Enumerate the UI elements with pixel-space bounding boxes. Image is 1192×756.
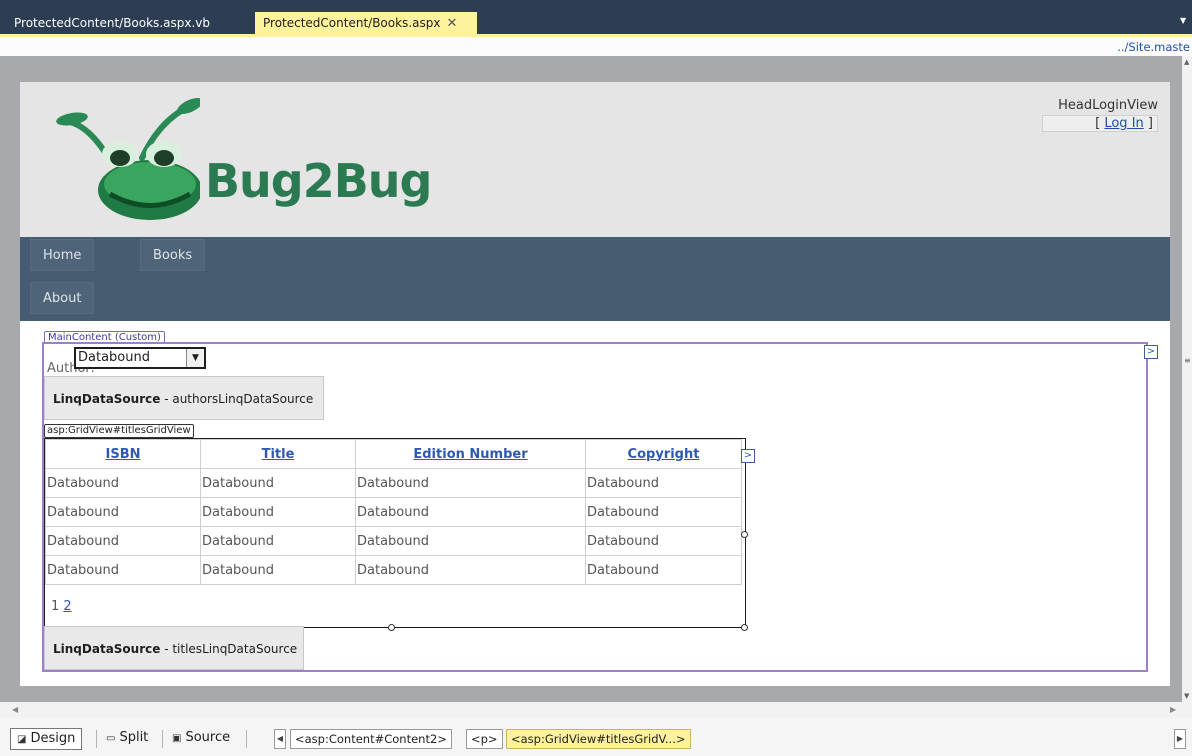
grid-cell: Databound xyxy=(45,555,201,585)
grid-pager: 1 2 xyxy=(51,599,72,614)
smart-tag-arrow-icon[interactable]: > xyxy=(741,449,755,463)
site-header: Bug2Bug HeadLoginView [ Log In ] xyxy=(20,82,1170,237)
column-header-copyright[interactable]: Copyright xyxy=(585,439,742,469)
nav-about[interactable]: About xyxy=(30,282,95,314)
grid-cell: Databound xyxy=(200,468,356,498)
tab-dropdown-icon[interactable]: ▼ xyxy=(1180,16,1190,26)
divider xyxy=(246,730,247,748)
grid-cell: Databound xyxy=(585,468,742,498)
pager-current-page: 1 xyxy=(51,599,60,614)
breadcrumb-content2[interactable]: <asp:Content#Content2> xyxy=(290,729,452,749)
authors-linq-data-source[interactable]: LinqDataSource - authorsLinqDataSource xyxy=(44,376,324,420)
grid-header-row: ISBN Title Edition Number Copyright xyxy=(45,439,742,469)
login-status: [ Log In ] xyxy=(1042,115,1158,132)
split-icon: ▭ xyxy=(106,733,116,744)
grid-cell: Databound xyxy=(355,555,586,585)
column-header-isbn[interactable]: ISBN xyxy=(45,439,201,469)
design-icon: ◪ xyxy=(17,734,27,745)
main-content-region: > Author: Databound ▼ LinqDataSource - a… xyxy=(42,342,1158,672)
source-icon: ▣ xyxy=(172,733,182,744)
head-login-view-label: HeadLoginView xyxy=(1058,98,1158,113)
scroll-down-icon[interactable]: ▼ xyxy=(1184,692,1189,700)
grid-cell: Databound xyxy=(355,526,586,556)
author-dropdown-value: Databound xyxy=(78,350,150,365)
table-row: Databound Databound Databound Databound xyxy=(45,555,742,585)
master-page-bar xyxy=(0,37,1192,56)
scroll-up-icon[interactable]: ▲ xyxy=(1184,58,1189,66)
gridview-tag[interactable]: asp:GridView#titlesGridView xyxy=(44,424,194,438)
close-icon[interactable]: ✕ xyxy=(446,13,457,35)
master-page-link[interactable]: ../Site.maste xyxy=(1117,38,1192,56)
grid-cell: Databound xyxy=(200,555,356,585)
grid-cell: Databound xyxy=(355,497,586,527)
table-row: Databound Databound Databound Databound xyxy=(45,497,742,527)
breadcrumb-scroll-right-icon[interactable]: ▶ xyxy=(1174,729,1186,749)
breadcrumb-gridview[interactable]: <asp:GridView#titlesGridV...> xyxy=(506,729,691,749)
log-in-link[interactable]: Log In xyxy=(1104,116,1143,131)
horizontal-scrollbar[interactable]: ◀ ▶ xyxy=(0,702,1192,718)
vertical-scrollbar[interactable]: ▲ ≡ ▼ xyxy=(1182,56,1192,702)
design-view-button[interactable]: ◪ Design xyxy=(10,728,83,750)
divider xyxy=(96,730,97,748)
nav-home[interactable]: Home xyxy=(30,239,95,271)
head-login-view: HeadLoginView [ Log In ] xyxy=(1042,98,1158,132)
table-row: Databound Databound Databound Databound xyxy=(45,526,742,556)
tab-books-aspx[interactable]: ProtectedContent/Books.aspx ✕ xyxy=(255,12,477,34)
grid-cell: Databound xyxy=(45,497,201,527)
resize-handle[interactable] xyxy=(741,531,748,538)
site-navigation-menu: Home Books About xyxy=(20,237,1170,321)
bug-logo-icon xyxy=(56,97,200,220)
smart-tag-arrow-icon[interactable]: > xyxy=(1144,345,1158,359)
grid-cell: Databound xyxy=(585,526,742,556)
resize-handle[interactable] xyxy=(741,624,748,631)
scroll-right-icon[interactable]: ▶ xyxy=(1170,705,1176,714)
column-header-title[interactable]: Title xyxy=(200,439,356,469)
grid-cell: Databound xyxy=(45,526,201,556)
tab-label: ProtectedContent/Books.aspx.vb xyxy=(14,16,210,30)
grid-cell: Databound xyxy=(355,468,586,498)
scroll-grip-icon[interactable]: ≡ xyxy=(1184,356,1191,365)
pager-page-link[interactable]: 2 xyxy=(63,599,71,614)
grid-cell: Databound xyxy=(585,497,742,527)
split-view-button[interactable]: ▭ Split xyxy=(100,728,154,750)
resize-handle[interactable] xyxy=(388,624,395,631)
titles-linq-data-source[interactable]: LinqDataSource - titlesLinqDataSource xyxy=(44,626,304,670)
divider xyxy=(162,730,163,748)
view-mode-bar: ◪ Design ▭ Split ▣ Source ◀ <asp:Content#Co… xyxy=(0,718,1192,756)
table-row: Databound Databound Databound Databound xyxy=(45,468,742,498)
web-page-canvas: Bug2Bug HeadLoginView [ Log In ] Home Bo… xyxy=(20,82,1170,686)
author-dropdown[interactable]: Databound ▼ xyxy=(74,347,206,369)
nav-books[interactable]: Books xyxy=(140,239,206,271)
chevron-down-icon[interactable]: ▼ xyxy=(186,349,204,367)
grid-cell: Databound xyxy=(200,497,356,527)
scroll-left-icon[interactable]: ◀ xyxy=(12,705,18,714)
source-view-button[interactable]: ▣ Source xyxy=(166,728,236,750)
document-tab-bar: ProtectedContent/Books.aspx.vb Protected… xyxy=(0,0,1192,36)
site-logo-text: Bug2Bug xyxy=(205,154,432,208)
grid-cell: Databound xyxy=(45,468,201,498)
grid-cell: Databound xyxy=(200,526,356,556)
titles-gridview[interactable]: ISBN Title Edition Number Copyright Data… xyxy=(44,438,746,628)
breadcrumb-scroll-left-icon[interactable]: ◀ xyxy=(274,729,286,749)
tab-books-aspx-vb[interactable]: ProtectedContent/Books.aspx.vb xyxy=(6,12,218,34)
column-header-edition-number[interactable]: Edition Number xyxy=(355,439,586,469)
titles-grid-table: ISBN Title Edition Number Copyright Data… xyxy=(45,439,742,585)
tab-label: ProtectedContent/Books.aspx xyxy=(263,16,441,30)
breadcrumb-p[interactable]: <p> xyxy=(466,729,503,749)
grid-cell: Databound xyxy=(585,555,742,585)
